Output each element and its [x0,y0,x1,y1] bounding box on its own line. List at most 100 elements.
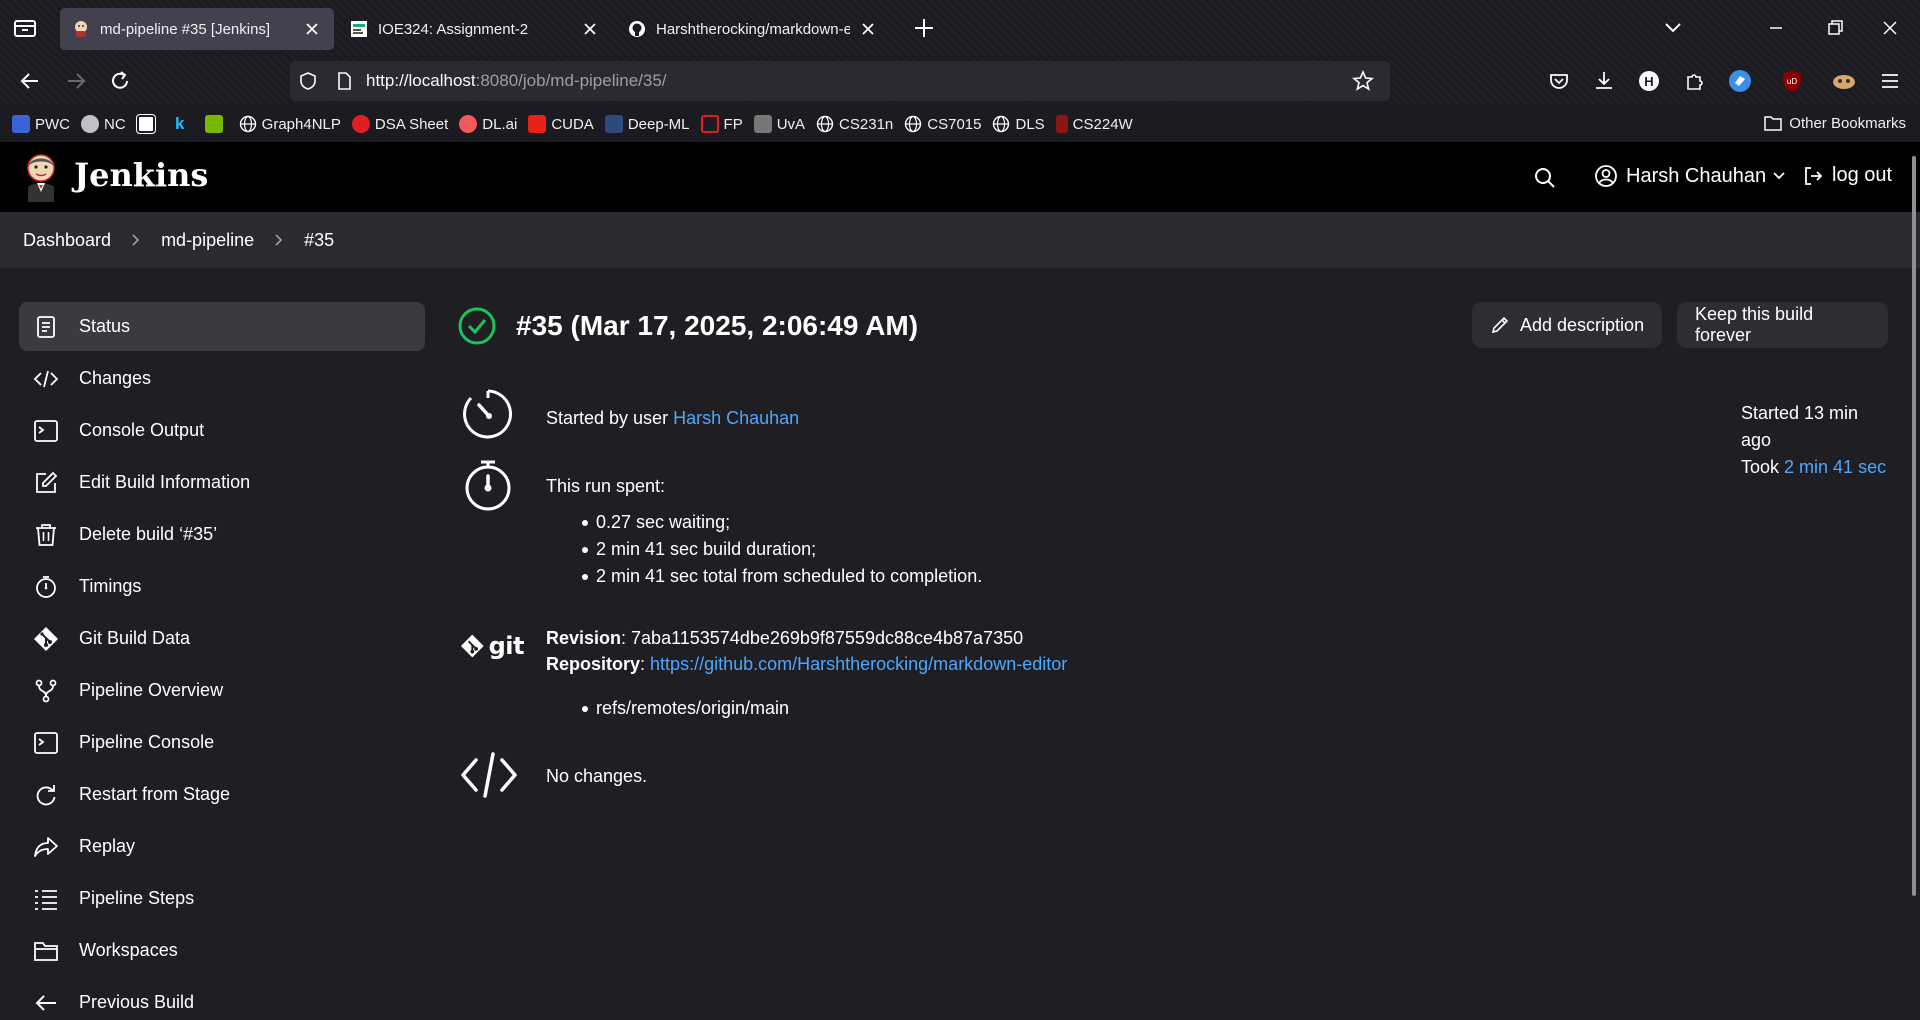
sidebar-item-label: Delete build ‘#35’ [79,524,218,544]
bookmark-graph4nlp[interactable]: Graph4NLP [239,115,341,133]
sidebar-item-changes[interactable]: Changes [19,354,425,403]
user-name: Harsh Chauhan [1626,164,1767,187]
extensions-icon[interactable] [1680,67,1708,95]
deep-ml-icon [604,115,623,133]
keep-build-forever-button[interactable]: Keep this build forever [1677,302,1888,348]
bookmark-nvidia[interactable] [204,115,228,133]
list-all-tabs-icon[interactable] [12,16,38,40]
bookmark-deep-ml[interactable]: Deep-ML [604,115,690,133]
bookmark-dlai[interactable]: DL.ai [459,115,517,133]
page-info-icon[interactable] [334,71,354,91]
code-icon [461,752,517,798]
uva-icon [753,115,772,133]
bookmark-k[interactable]: k [171,115,194,133]
repository-link[interactable]: https://github.com/Harshtherocking/markd… [650,654,1067,674]
bookmark-star-icon[interactable] [1352,70,1374,92]
sidebar-item-timings[interactable]: Timings [19,562,425,611]
bookmark-fp[interactable]: FP [700,115,743,133]
tracking-protection-icon[interactable] [298,71,318,91]
page-scrollbar[interactable] [1912,156,1916,896]
sidebar-item-label: Status [79,316,131,336]
sidebar-item-label: Restart from Stage [79,784,231,804]
breadcrumb-build-35[interactable]: #35 [304,230,334,251]
list-item: 0.27 sec waiting; [546,509,982,536]
extension-blue-icon[interactable] [1726,67,1754,95]
sidebar-item-pipeline-console[interactable]: Pipeline Console [19,718,425,767]
sidebar-item-previous-build[interactable]: Previous Build [19,978,425,1020]
reload-icon[interactable] [106,67,134,95]
revision-label: Revision [546,628,622,648]
took-duration-link[interactable]: 2 min 41 sec [1784,457,1886,477]
bookmark-pwc[interactable]: PWC [12,115,70,133]
bookmark-nc[interactable]: NC [81,115,126,133]
sidebar-item-label: Pipeline Steps [79,888,195,908]
sidebar-item-workspaces[interactable]: Workspaces [19,926,425,975]
bookmark-notion[interactable] [135,114,160,134]
bookmark-cs7015[interactable]: CS7015 [904,115,981,133]
url-text[interactable]: http://localhost:8080/job/md-pipeline/35… [366,71,667,91]
chevron-down-icon[interactable] [1662,18,1684,38]
restore-window-icon[interactable] [1821,14,1849,42]
profile-h-icon[interactable]: H [1635,67,1663,95]
logout-link[interactable]: log out [1802,164,1892,187]
downloads-icon[interactable] [1590,67,1618,95]
stopwatch-icon [465,460,511,511]
sidebar-item-edit-build-information[interactable]: Edit Build Information [19,458,425,507]
url-bar[interactable]: http://localhost:8080/job/md-pipeline/35… [290,61,1390,101]
breadcrumb-dashboard[interactable]: Dashboard [23,230,111,251]
git-icon [34,626,58,651]
forward-icon[interactable] [62,67,90,95]
close-tab-icon[interactable] [580,19,600,39]
sidebar-item-git-build-data[interactable]: Git Build Data [19,614,425,663]
jenkins-brand[interactable]: Jenkins [74,156,208,194]
jenkins-logo-icon[interactable] [22,152,60,202]
other-bookmarks[interactable]: Other Bookmarks [1763,114,1906,132]
add-description-button[interactable]: Add description [1472,302,1663,348]
sidebar-item-console-output[interactable]: Console Output [19,406,425,455]
minimize-window-icon[interactable] [1762,14,1790,42]
run-spent-section: This run spent: 0.27 sec waiting; 2 min … [458,458,1258,598]
sidebar-item-restart-from-stage[interactable]: Restart from Stage [19,770,425,819]
youtube-icon [528,115,547,133]
tab-jenkins[interactable]: md-pipeline #35 [Jenkins] [60,8,334,50]
git-details: Revision: 7aba1153574dbe269b9f87559dc88c… [546,625,1067,722]
folder-icon [34,941,58,961]
moodle-favicon-icon [351,21,367,37]
close-tab-icon[interactable] [302,19,322,39]
nvidia-icon [204,115,223,133]
tab-ioe324[interactable]: IOE324: Assignment-2 [338,8,612,50]
took-prefix: Took [1741,457,1785,477]
bookmark-cs231n[interactable]: CS231n [816,115,893,133]
bookmark-cs224w[interactable]: CS224W [1055,115,1133,133]
sidebar-item-replay[interactable]: Replay [19,822,425,871]
close-window-icon[interactable] [1876,14,1904,42]
sidebar-item-pipeline-steps[interactable]: Pipeline Steps [19,874,425,923]
sidebar-item-label: Timings [79,576,142,596]
back-icon[interactable] [16,67,44,95]
bookmark-dls[interactable]: DLS [992,115,1045,133]
user-menu[interactable]: Harsh Chauhan [1594,164,1786,188]
hamburger-menu-icon[interactable] [1876,67,1904,95]
sidebar-item-status[interactable]: Status [19,302,425,351]
bookmark-uva[interactable]: UvA [753,115,805,133]
close-tab-icon[interactable] [858,19,878,39]
extension-character-icon[interactable] [1830,67,1858,95]
new-tab-icon[interactable] [912,16,936,40]
pencil-icon [1491,316,1509,334]
page-title: #35 (Mar 17, 2025, 2:06:49 AM) [516,310,919,341]
search-icon[interactable] [1533,166,1557,190]
no-changes-text: No changes. [546,766,648,786]
started-by-user-link[interactable]: Harsh Chauhan [673,408,799,428]
tab-github[interactable]: Harshtherocking/markdown-ed [616,8,890,50]
ublock-origin-icon[interactable]: uD [1778,67,1806,95]
sidebar-item-delete-build[interactable]: Delete build ‘#35’ [19,510,425,559]
pocket-icon[interactable] [1545,67,1573,95]
bookmark-dsa-sheet[interactable]: DSA Sheet [351,115,448,133]
kaggle-icon: k [174,114,185,133]
breadcrumb-md-pipeline[interactable]: md-pipeline [161,230,254,251]
sidebar-item-pipeline-overview[interactable]: Pipeline Overview [19,666,425,715]
bookmarks-toolbar: PWC NC k Graph4NLP DSA Sheet DL.ai CUDA … [0,106,1920,142]
other-bookmarks-label: Other Bookmarks [1789,114,1906,132]
tab-label: Harshtherocking/markdown-ed [656,20,850,38]
bookmark-cuda[interactable]: CUDA [528,115,594,133]
